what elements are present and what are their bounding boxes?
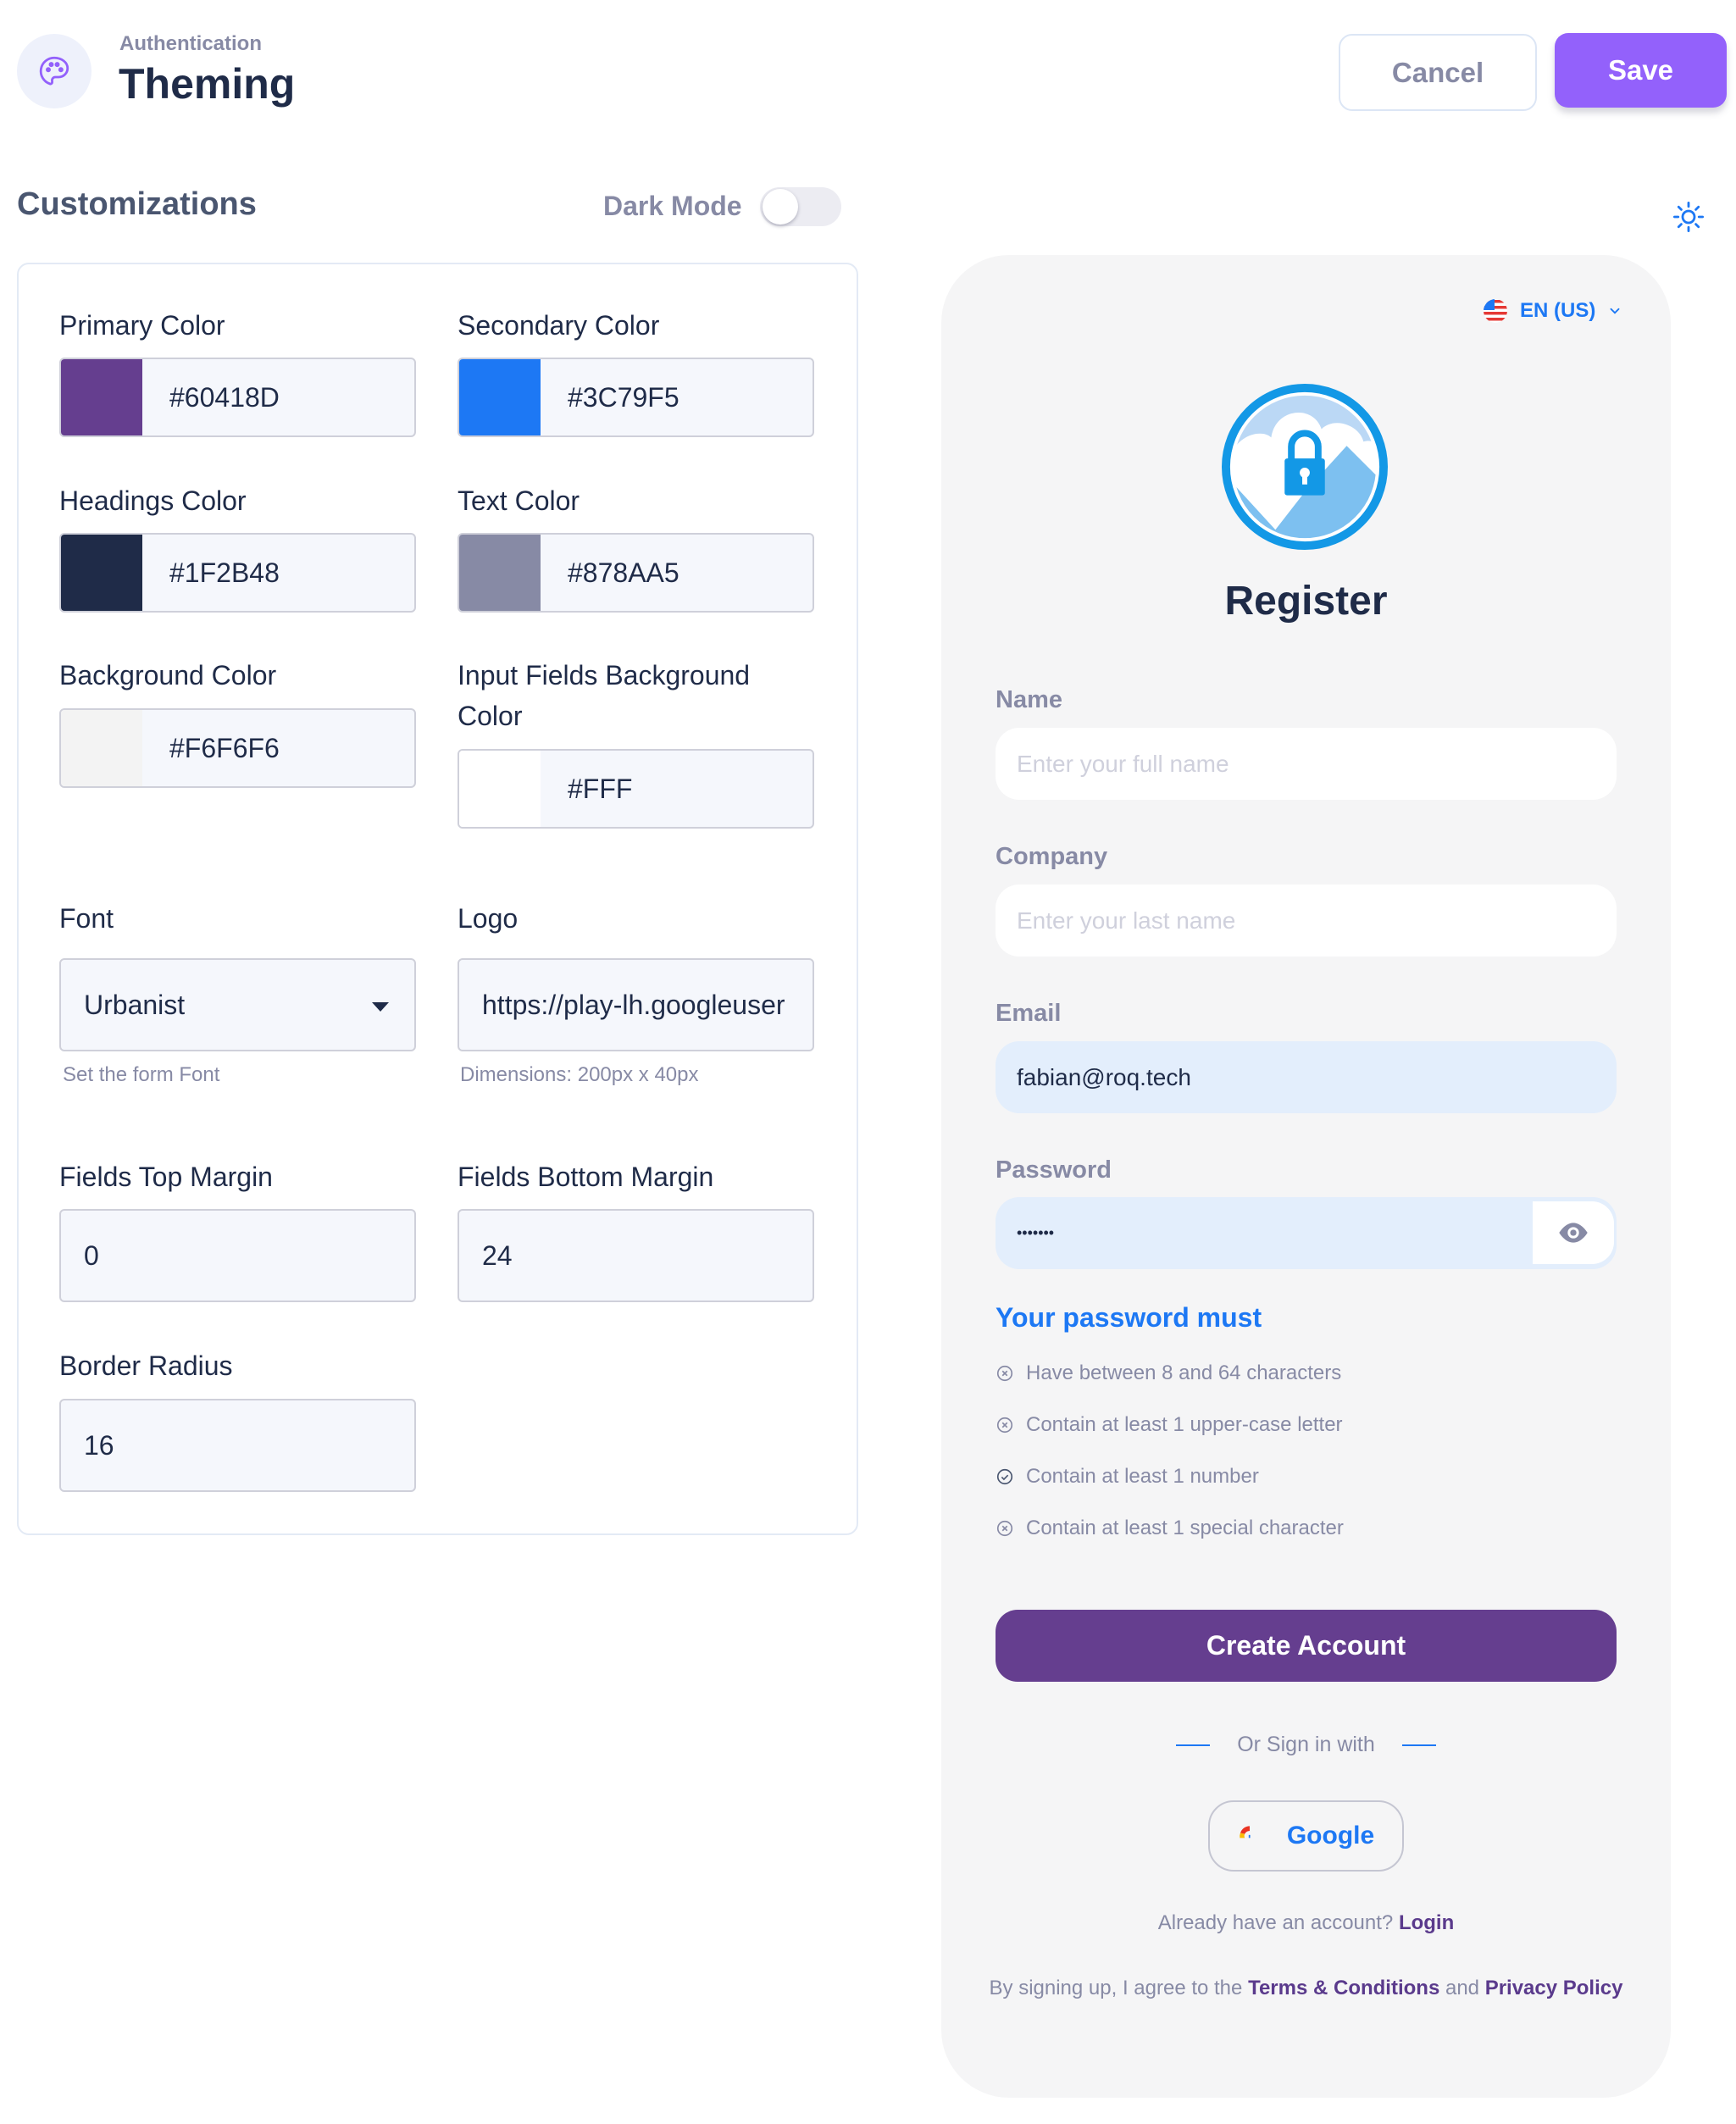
- color-swatch[interactable]: [61, 710, 142, 786]
- color-value[interactable]: #FFF: [541, 751, 632, 827]
- terms-notice: By signing up, I agree to the Terms & Co…: [941, 1977, 1671, 2000]
- check-circle-icon: [996, 1468, 1013, 1485]
- customizations-heading: Customizations: [17, 186, 257, 222]
- terms-and-text: and: [1445, 1977, 1480, 1999]
- logo-url-input[interactable]: https://play-lh.googleuser: [458, 958, 814, 1051]
- dropdown-caret-icon: [372, 1002, 389, 1012]
- lock-cloud-logo: [1221, 383, 1389, 551]
- password-rule: Have between 8 and 64 characters: [996, 1361, 1341, 1385]
- headings-color-label: Headings Color: [59, 485, 247, 516]
- google-sign-in-button[interactable]: Google: [1208, 1800, 1404, 1872]
- or-sign-in-divider: Or Sign in with: [941, 1733, 1671, 1757]
- us-flag-icon: [1484, 299, 1507, 323]
- divider-line: [1176, 1744, 1211, 1746]
- email-value: fabian@roq.tech: [1017, 1063, 1191, 1090]
- name-input[interactable]: Enter your full name: [996, 728, 1617, 800]
- register-title: Register: [1224, 579, 1388, 624]
- color-value[interactable]: #60418D: [142, 359, 280, 435]
- toggle-password-visibility[interactable]: [1533, 1201, 1614, 1264]
- password-rule-text: Have between 8 and 64 characters: [1026, 1361, 1342, 1384]
- primary-color-field[interactable]: #60418D: [59, 358, 416, 437]
- password-rule-text: Contain at least 1 special character: [1026, 1517, 1344, 1539]
- privacy-policy-link[interactable]: Privacy Policy: [1485, 1977, 1623, 1999]
- login-link[interactable]: Login: [1399, 1911, 1454, 1934]
- password-rule-text: Contain at least 1 upper-case letter: [1026, 1413, 1343, 1436]
- name-label: Name: [996, 686, 1062, 713]
- page-title: Theming: [119, 60, 296, 108]
- background-color-field[interactable]: #F6F6F6: [59, 708, 416, 788]
- or-sign-in-text: Or Sign in with: [1237, 1733, 1375, 1756]
- x-circle-icon: [996, 1520, 1013, 1537]
- color-swatch[interactable]: [459, 751, 541, 827]
- fields-top-margin-label: Fields Top Margin: [59, 1162, 273, 1192]
- password-rule-text: Contain at least 1 number: [1026, 1465, 1259, 1488]
- create-account-button[interactable]: Create Account: [996, 1610, 1617, 1682]
- password-rule: Contain at least 1 special character: [996, 1517, 1344, 1540]
- sun-icon[interactable]: [1671, 199, 1706, 235]
- font-helper-text: Set the form Font: [63, 1063, 220, 1086]
- email-input[interactable]: fabian@roq.tech: [996, 1041, 1617, 1113]
- background-color-label: Background Color: [59, 660, 277, 690]
- terms-prefix-text: By signing up, I agree to the: [989, 1977, 1243, 1999]
- font-label: Font: [59, 903, 114, 934]
- language-label: EN (US): [1520, 299, 1596, 322]
- color-swatch[interactable]: [459, 535, 541, 611]
- login-prompt: Already have an account? Login: [941, 1911, 1671, 1935]
- dark-mode-label: Dark Mode: [603, 191, 742, 221]
- x-circle-icon: [996, 1365, 1013, 1382]
- save-button[interactable]: Save: [1555, 33, 1727, 108]
- font-select[interactable]: Urbanist: [59, 958, 416, 1051]
- password-rule: Contain at least 1 upper-case letter: [996, 1413, 1343, 1437]
- dark-mode-toggle[interactable]: [760, 187, 841, 226]
- password-value: •••••••: [1017, 1224, 1055, 1241]
- font-select-value: Urbanist: [84, 989, 186, 1020]
- border-radius-label: Border Radius: [59, 1350, 233, 1381]
- text-color-field[interactable]: #878AA5: [458, 533, 814, 613]
- input-fields-background-color-field[interactable]: #FFF: [458, 749, 814, 829]
- google-label: Google: [1286, 1822, 1375, 1849]
- input-fields-background-color-label: Input Fields Background Color: [458, 660, 751, 731]
- language-selector[interactable]: EN (US): [1483, 298, 1622, 324]
- password-input[interactable]: •••••••: [996, 1197, 1617, 1269]
- logo-helper-text: Dimensions: 200px x 40px: [460, 1063, 699, 1086]
- password-label: Password: [996, 1156, 1112, 1184]
- color-value[interactable]: #878AA5: [541, 535, 679, 611]
- cancel-button[interactable]: Cancel: [1339, 34, 1537, 111]
- already-have-account-text: Already have an account?: [1157, 1911, 1394, 1934]
- email-label: Email: [996, 1000, 1062, 1027]
- chevron-down-icon: [1610, 308, 1620, 314]
- color-swatch[interactable]: [61, 359, 142, 435]
- primary-color-label: Primary Color: [59, 310, 225, 341]
- fields-top-margin-input[interactable]: 0: [59, 1209, 416, 1302]
- color-value[interactable]: #F6F6F6: [142, 710, 280, 786]
- divider-line: [1401, 1744, 1436, 1746]
- color-value[interactable]: #1F2B48: [142, 535, 280, 611]
- password-rules-title: Your password must: [996, 1302, 1262, 1333]
- toggle-knob: [763, 189, 798, 225]
- fields-bottom-margin-label: Fields Bottom Margin: [458, 1162, 714, 1192]
- company-input[interactable]: Enter your last name: [996, 885, 1617, 957]
- color-swatch[interactable]: [61, 535, 142, 611]
- palette-icon: [39, 56, 69, 86]
- company-placeholder: Enter your last name: [1017, 907, 1236, 934]
- page-icon-badge: [17, 34, 92, 108]
- secondary-color-label: Secondary Color: [458, 310, 660, 341]
- breadcrumb[interactable]: Authentication: [119, 32, 262, 56]
- headings-color-field[interactable]: #1F2B48: [59, 533, 416, 613]
- x-circle-icon: [996, 1417, 1013, 1434]
- border-radius-input[interactable]: 16: [59, 1399, 416, 1492]
- password-rule: Contain at least 1 number: [996, 1465, 1259, 1489]
- eye-icon: [1559, 1223, 1588, 1243]
- customizations-card: [17, 263, 858, 1535]
- color-swatch[interactable]: [459, 359, 541, 435]
- logo-label: Logo: [458, 903, 519, 934]
- fields-bottom-margin-input[interactable]: 24: [458, 1209, 814, 1302]
- google-icon: [1240, 1826, 1251, 1838]
- color-value[interactable]: #3C79F5: [541, 359, 679, 435]
- text-color-label: Text Color: [458, 485, 580, 516]
- company-label: Company: [996, 843, 1108, 870]
- name-placeholder: Enter your full name: [1017, 750, 1229, 777]
- secondary-color-field[interactable]: #3C79F5: [458, 358, 814, 437]
- terms-link[interactable]: Terms & Conditions: [1248, 1977, 1439, 1999]
